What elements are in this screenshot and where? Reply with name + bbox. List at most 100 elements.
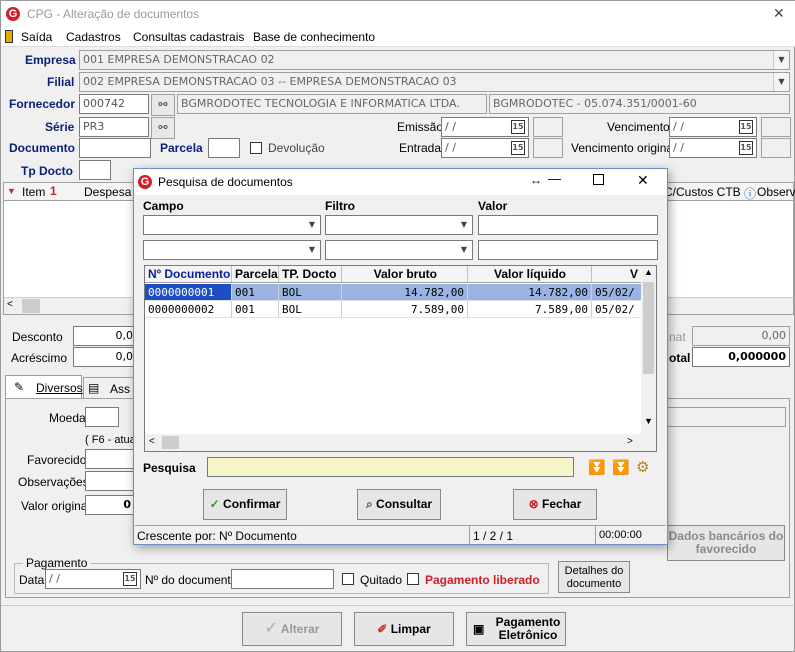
menu-base-conhecimento[interactable]: Base de conhecimento: [253, 30, 375, 44]
scroll-thumb[interactable]: [162, 436, 179, 449]
horizontal-scrollbar[interactable]: < >: [145, 434, 656, 451]
table-cell[interactable]: 001: [232, 284, 279, 301]
calendar-icon[interactable]: 15: [739, 120, 753, 134]
vencimento-field[interactable]: / /15: [669, 117, 757, 137]
col-despesa[interactable]: Despesa: [84, 185, 131, 199]
valor-field-2[interactable]: [478, 240, 658, 260]
tab-diversos[interactable]: ✎ Diversos: [5, 375, 83, 399]
binoculars-icon[interactable]: ⚯: [151, 94, 175, 116]
sort-down-icon[interactable]: ⏬: [588, 459, 605, 476]
fornecedor-code-field[interactable]: 000742: [79, 94, 149, 114]
move-icon[interactable]: ↔: [530, 173, 542, 187]
table-cell[interactable]: 05/02/: [592, 301, 642, 318]
scroll-up-icon[interactable]: ▲: [644, 267, 653, 277]
observacoes-field[interactable]: [85, 471, 135, 491]
dialog-title-bar: G Pesquisa de documentos ↔ — ✕: [134, 169, 667, 195]
scroll-thumb[interactable]: [643, 282, 654, 374]
scroll-thumb[interactable]: [22, 299, 40, 313]
liberado-checkbox[interactable]: [407, 573, 419, 585]
venc-original-field[interactable]: / /15: [669, 138, 757, 158]
filtro-select-1[interactable]: ▼: [325, 215, 473, 235]
consultar-button[interactable]: ⌕ Consultar: [357, 489, 441, 520]
valor-original-label: Valor original: [21, 499, 91, 513]
scroll-right-icon[interactable]: >: [627, 436, 633, 447]
status-time: 00:00:00: [599, 529, 642, 541]
campo-select-2[interactable]: ▼: [143, 240, 321, 260]
table-cell[interactable]: 14.782,00: [342, 284, 468, 301]
scroll-left-icon[interactable]: <: [149, 436, 155, 447]
confirmar-button[interactable]: ✓ Confirmar: [203, 489, 287, 520]
pesquisa-input[interactable]: [207, 457, 574, 477]
col-valor-bruto[interactable]: Valor bruto: [342, 266, 468, 283]
emissao-field[interactable]: / /15: [441, 117, 529, 137]
menu-cadastros[interactable]: Cadastros: [66, 30, 121, 44]
table-cell[interactable]: 0000000001: [145, 284, 232, 301]
valor-original-field[interactable]: 0: [85, 495, 135, 515]
empresa-select[interactable]: 001 EMPRESA DEMONSTRACAO 02 ▼: [79, 50, 790, 70]
table-cell[interactable]: 001: [232, 301, 279, 318]
tpdocto-field[interactable]: [79, 160, 111, 180]
vertical-scrollbar[interactable]: ▲ ▼: [641, 266, 656, 434]
desconto-field[interactable]: 0,0: [73, 326, 137, 346]
maximize-icon[interactable]: [593, 174, 604, 185]
chevron-down-icon: ▼: [773, 73, 789, 91]
fechar-button[interactable]: ⊗ Fechar: [513, 489, 597, 520]
alterar-button[interactable]: ✓ Alterar: [242, 612, 342, 646]
fechar-label: Fechar: [542, 497, 582, 511]
menu-consultas[interactable]: Consultas cadastrais: [133, 30, 244, 44]
menu-saida[interactable]: Saída: [21, 30, 52, 44]
binoculars-icon[interactable]: ⚯: [151, 117, 175, 139]
table-cell[interactable]: 0000000002: [145, 301, 232, 318]
ndoc-field[interactable]: [231, 569, 334, 589]
serie-field[interactable]: PR3: [79, 117, 149, 137]
table-cell[interactable]: BOL: [279, 284, 342, 301]
campo-select-1[interactable]: ▼: [143, 215, 321, 235]
close-circle-icon: ⊗: [528, 497, 539, 511]
col-observ[interactable]: Observ: [757, 185, 795, 199]
quitado-checkbox[interactable]: [342, 573, 354, 585]
table-cell[interactable]: 7.589,00: [342, 301, 468, 318]
detalhes-documento-button[interactable]: Detalhes do documento: [558, 561, 630, 593]
col-n-documento[interactable]: Nº Documento: [145, 266, 232, 283]
col-ccustos[interactable]: C/Custos CTB: [664, 185, 741, 199]
col-item[interactable]: Item: [22, 185, 45, 199]
close-icon[interactable]: ✕: [637, 172, 649, 189]
col-tp-docto[interactable]: TP. Docto: [279, 266, 342, 283]
entrada-field[interactable]: / /15: [441, 138, 529, 158]
table-cell[interactable]: BOL: [279, 301, 342, 318]
devolucao-checkbox[interactable]: [250, 142, 262, 154]
tab-associacoes[interactable]: ▤ Ass: [83, 377, 135, 399]
documents-grid[interactable]: Nº Documento Parcela TP. Docto Valor bru…: [144, 265, 657, 452]
scroll-left-icon[interactable]: <: [7, 299, 13, 310]
info-icon: ⓘ: [744, 187, 757, 201]
acrescimo-field[interactable]: 0,0: [73, 347, 137, 367]
documento-field[interactable]: [79, 138, 151, 158]
pag-data-field[interactable]: / /15: [45, 569, 141, 589]
close-icon[interactable]: ✕: [773, 5, 785, 22]
filial-select[interactable]: 002 EMPRESA DEMONSTRACAO 03 -- EMPRESA D…: [79, 72, 790, 92]
calendar-icon[interactable]: 15: [511, 141, 525, 155]
favorecido-field[interactable]: [85, 449, 135, 469]
scroll-down-icon[interactable]: ▼: [644, 416, 653, 426]
col-parcela[interactable]: Parcela: [232, 266, 279, 283]
document-icon: ▤: [88, 381, 100, 395]
sort-down-red-icon[interactable]: ⏬: [612, 459, 629, 476]
table-cell[interactable]: 7.589,00: [468, 301, 592, 318]
minimize-icon[interactable]: —: [548, 171, 561, 186]
settings-icon[interactable]: ⚙: [636, 458, 649, 476]
table-cell[interactable]: 05/02/: [592, 284, 642, 301]
limpar-button[interactable]: ✐ Limpar: [354, 612, 454, 646]
col-valor-liquido[interactable]: Valor líquido: [468, 266, 592, 283]
dados-bancarios-button[interactable]: Dados bancários do favorecido: [667, 525, 785, 561]
moeda-field[interactable]: [85, 407, 119, 427]
col-v[interactable]: V: [592, 266, 642, 283]
calendar-icon[interactable]: 15: [739, 141, 753, 155]
calendar-icon[interactable]: 15: [511, 120, 525, 134]
valor-field-1[interactable]: [478, 215, 658, 235]
status-count: 1 / 2 / 1: [473, 529, 514, 543]
parcela-field[interactable]: [208, 138, 240, 158]
filtro-select-2[interactable]: ▼: [325, 240, 473, 260]
calendar-icon[interactable]: 15: [123, 572, 137, 586]
pagamento-eletronico-button[interactable]: ▣ Pagamento Eletrônico: [466, 612, 566, 646]
table-cell[interactable]: 14.782,00: [468, 284, 592, 301]
